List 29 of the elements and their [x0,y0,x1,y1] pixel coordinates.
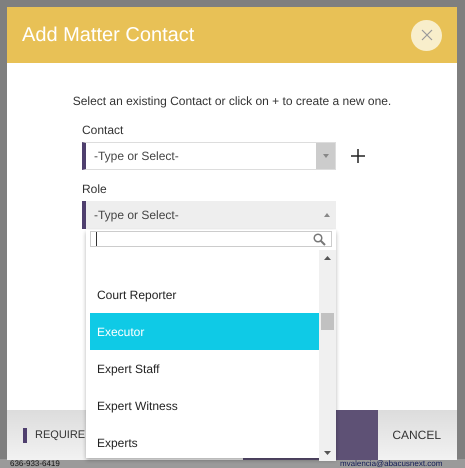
close-icon [420,29,432,41]
scroll-down-icon[interactable] [324,451,331,455]
role-select[interactable]: -Type or Select- [82,201,336,229]
add-button[interactable] [350,148,366,164]
cancel-button[interactable]: CANCEL [392,426,441,444]
dropdown-option[interactable]: Experts [90,424,319,461]
required-marker [23,428,27,442]
dropdown-arrow-icon [324,213,330,217]
scrollbar-thumb[interactable] [321,313,334,330]
dropdown-option[interactable]: Expert Witness [90,387,319,424]
placeholder-text: -Type or Select- [93,207,180,224]
search-icon [313,232,326,246]
scroll-up-icon[interactable] [324,256,331,260]
close-button[interactable] [411,20,442,50]
contact-select[interactable]: -Type or Select- [82,142,336,170]
dropdown-option[interactable]: Expert Staff [90,350,319,387]
field-label: Role [82,181,108,198]
dropdown-option[interactable]: Court Reporter [90,276,319,313]
dialog-title: Add Matter Contact [22,23,194,48]
email-link[interactable]: mvalencia@abacusnext.com [340,460,442,468]
required-note: REQUIRE [35,428,86,443]
scrollbar[interactable] [319,250,336,461]
placeholder-text: -Type or Select- [93,148,180,165]
field-label: Contact [82,122,124,139]
phone-number: 636-933-6419 [10,460,60,468]
dropdown-arrow-icon [322,154,328,158]
search-field[interactable] [90,231,332,247]
instruction-text: Select an existing Contact or click on + to create a new one. [72,93,392,110]
text-cursor [96,232,97,246]
